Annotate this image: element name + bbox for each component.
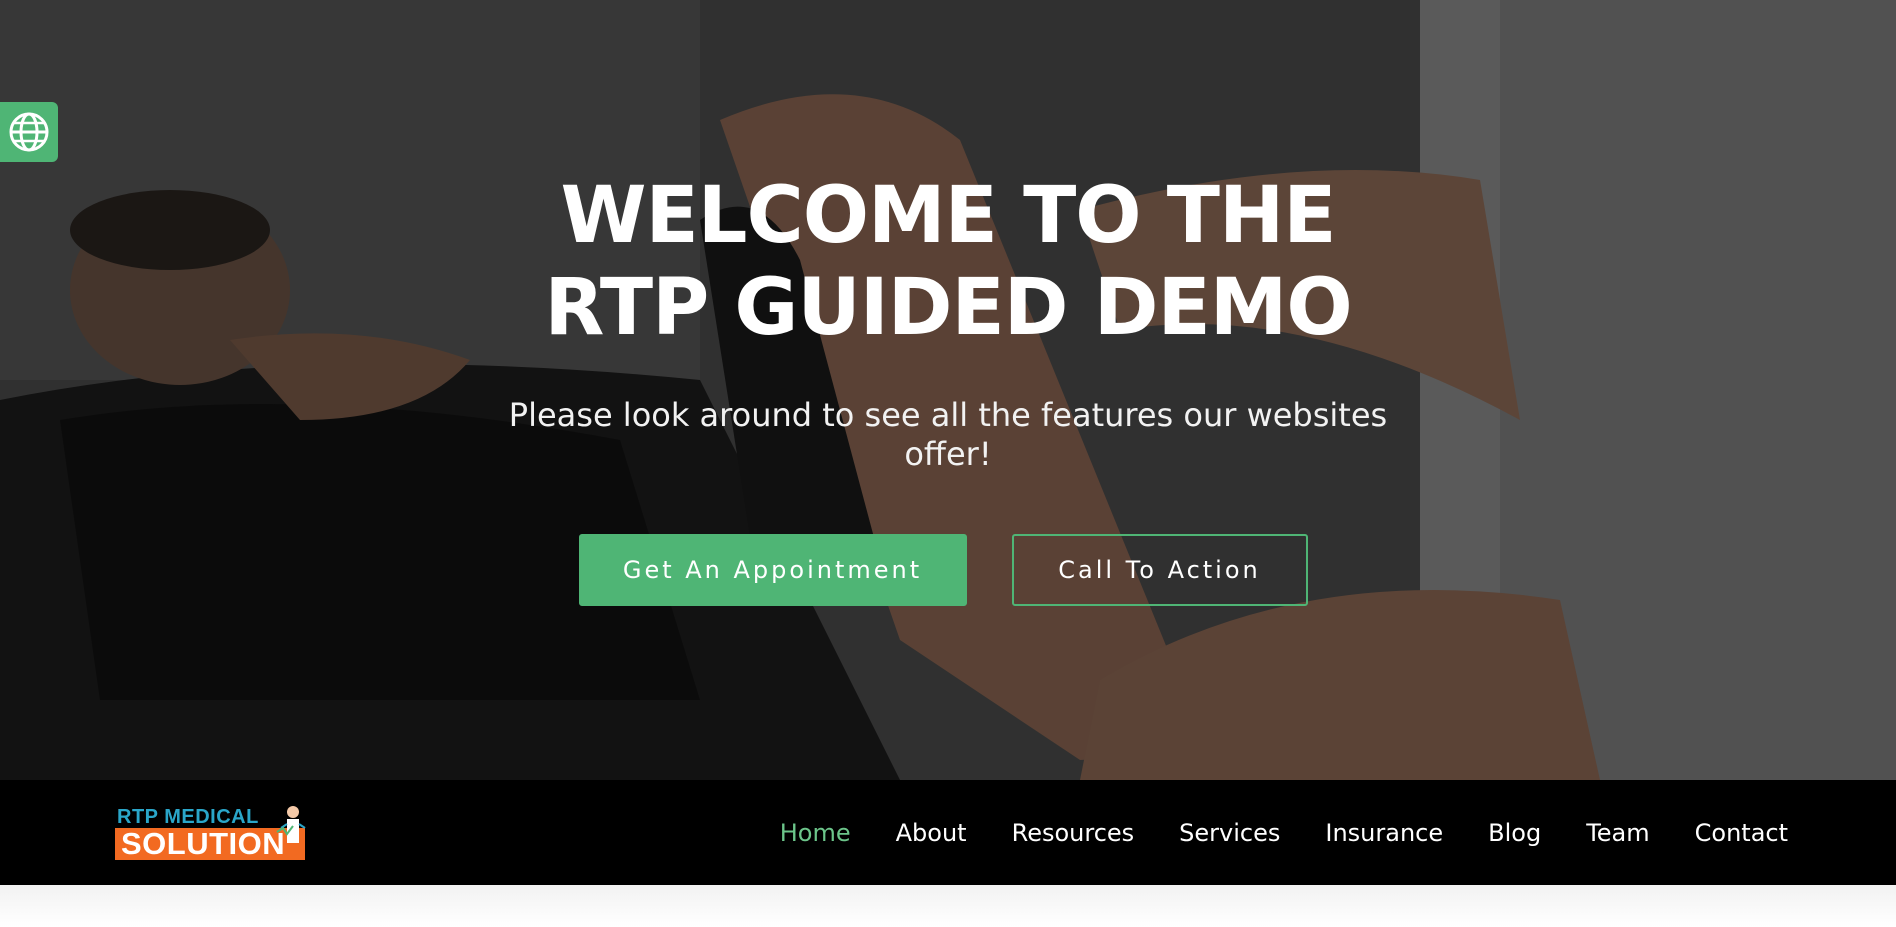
logo-text-bottom: SOLUTION: [121, 826, 286, 861]
call-to-action-button[interactable]: Call To Action: [1011, 534, 1308, 606]
hero-section: WELCOME TO THE RTP GUIDED DEMO Please lo…: [0, 0, 1896, 780]
hero-buttons: Get An Appointment Call To Action: [0, 534, 1896, 606]
hero-title-line-2: RTP GUIDED DEMO: [544, 263, 1352, 353]
hero-subtitle: Please look around to see all the featur…: [508, 396, 1388, 473]
nav-item-about[interactable]: About: [896, 819, 967, 847]
site-logo[interactable]: RTP MEDICAL SOLUTION: [115, 802, 310, 864]
nav-item-services[interactable]: Services: [1179, 819, 1280, 847]
nav-item-contact[interactable]: Contact: [1695, 819, 1788, 847]
main-navbar: RTP MEDICAL SOLUTION Home About Resource…: [0, 780, 1896, 885]
page-content-start: [0, 885, 1896, 927]
nav-item-insurance[interactable]: Insurance: [1325, 819, 1443, 847]
hero-title-line-1: WELCOME TO THE: [560, 171, 1336, 261]
globe-icon: [9, 112, 49, 152]
nav-item-resources[interactable]: Resources: [1012, 819, 1135, 847]
nav-item-home[interactable]: Home: [780, 819, 851, 847]
hero-title: WELCOME TO THE RTP GUIDED DEMO: [0, 170, 1896, 354]
nav-item-team[interactable]: Team: [1586, 819, 1649, 847]
get-appointment-button[interactable]: Get An Appointment: [578, 534, 967, 606]
language-button[interactable]: [0, 102, 58, 162]
nav-item-blog[interactable]: Blog: [1488, 819, 1541, 847]
logo-mascot-icon: [276, 806, 306, 843]
hero-content: WELCOME TO THE RTP GUIDED DEMO Please lo…: [0, 170, 1896, 606]
nav-menu: Home About Resources Services Insurance …: [735, 780, 1788, 885]
